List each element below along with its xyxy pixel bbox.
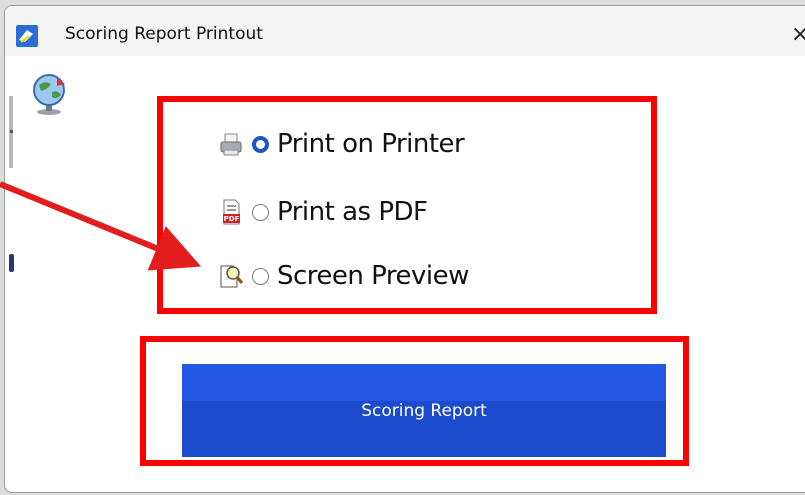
annotation-arrow — [0, 181, 202, 271]
